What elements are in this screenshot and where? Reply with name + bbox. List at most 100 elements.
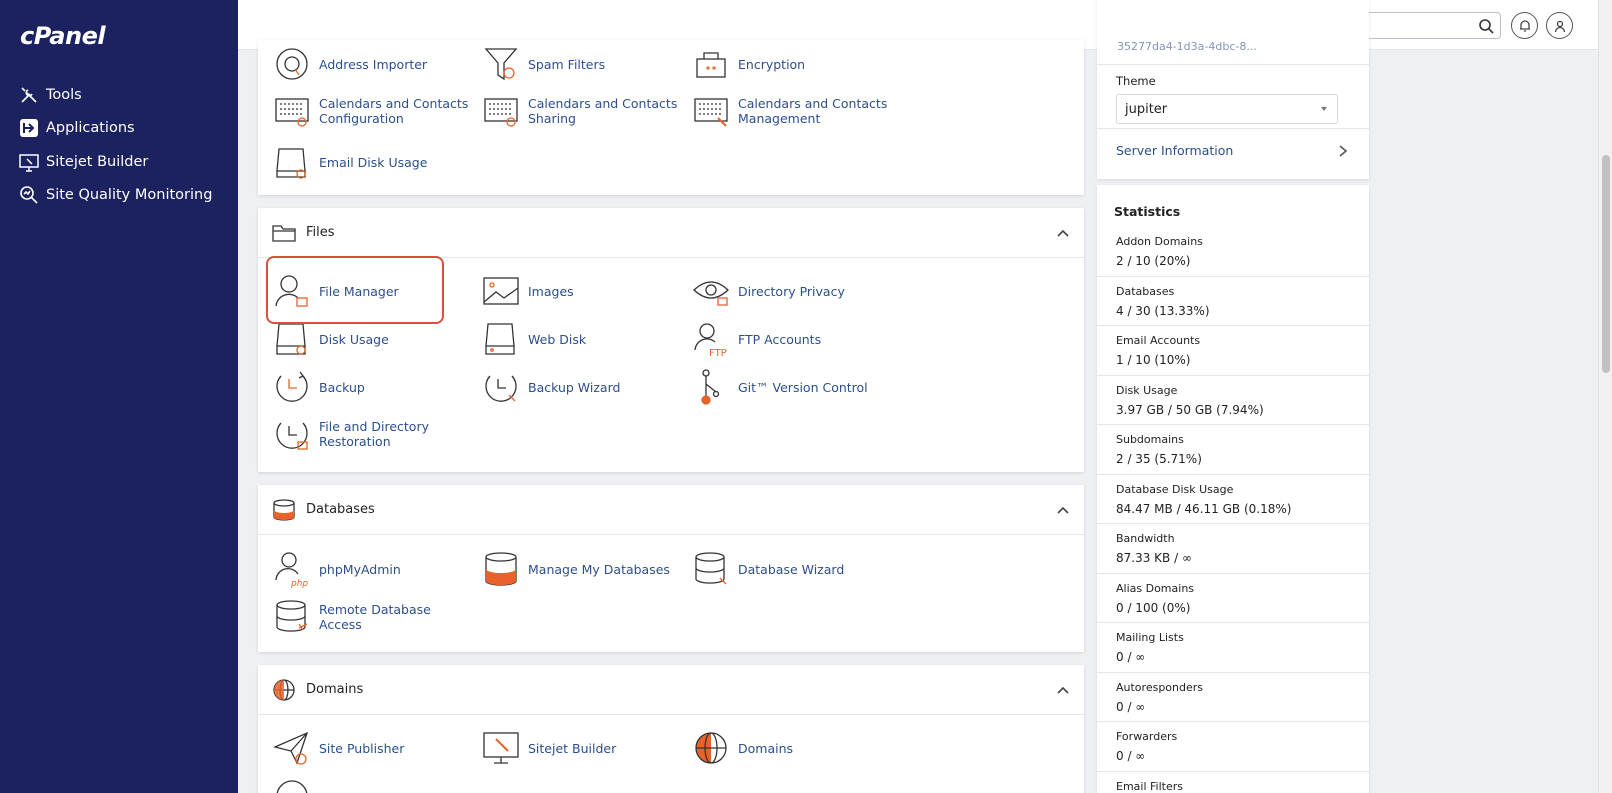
file-restoration-icon [276,422,308,450]
applications-icon [20,119,38,138]
sidebar-item-label: Site Quality Monitoring [46,187,213,204]
tool-label: Email Disk Usage [319,154,428,170]
divider [1097,128,1369,129]
globe-icon [273,678,295,701]
user-menu-button[interactable] [1546,12,1573,39]
git-icon [701,369,720,405]
remote-database-icon [276,600,308,632]
panel-title: Domains [306,682,364,697]
tool-calendars-configuration[interactable]: Calendars and Contacts Configuration [273,92,469,130]
stat-label: Forwarders [1116,730,1178,743]
stat-label: Autoresponders [1116,680,1204,694]
tool-database-wizard[interactable]: Database Wizard [692,550,888,588]
tool-label: Directory Privacy [738,283,845,299]
tool-label: Web Disk [528,331,587,347]
tool-partial-next[interactable] [273,777,319,793]
tool-label: phpMyAdmin [319,561,401,577]
tool-directory-privacy[interactable]: Directory Privacy [692,272,888,310]
stat-row: Databases 4 / 30 (13.33%) [1097,277,1369,326]
tools-icon [21,87,37,103]
sidebar-item-site-quality-monitoring[interactable]: Site Quality Monitoring [0,179,238,213]
site-publisher-icon [273,731,309,765]
domains-panel-header[interactable]: Domains [258,665,1084,715]
site-quality-icon [20,186,38,204]
stat-value: 2 / 35 (5.71%) [1116,452,1202,466]
search-icon[interactable] [1478,18,1494,34]
tool-label: File and Directory Restoration [319,419,429,449]
caret-down-icon [1321,107,1327,111]
theme-label: Theme [1116,74,1156,88]
sidebar-item-applications[interactable]: Applications [0,112,238,146]
tool-email-disk-usage[interactable]: Email Disk Usage [273,143,469,181]
sitejet-icon [19,154,39,172]
server-information-link[interactable]: Server Information [1116,143,1233,158]
stat-label: Subdomains [1116,433,1184,446]
tool-disk-usage[interactable]: Disk Usage [273,320,469,358]
tool-backup[interactable]: Backup [273,368,469,406]
stat-row: Mailing Lists 0 / ∞ [1097,623,1369,673]
sidebar-item-sitejet-builder[interactable]: Sitejet Builder [0,145,238,179]
phpmyadmin-icon: php [275,552,308,588]
files-panel-header[interactable]: Files [258,208,1084,258]
tool-spam-filters[interactable]: Spam Filters [482,45,678,83]
spam-filters-icon [484,48,518,81]
tool-encryption[interactable]: Encryption [692,45,888,83]
chevron-up-icon[interactable] [1056,683,1070,697]
tool-images[interactable]: Images [482,272,678,310]
stat-label: Database Disk Usage [1116,482,1234,496]
databases-panel-header[interactable]: Databases [258,485,1084,535]
tool-sitejet-builder[interactable]: Sitejet Builder [482,729,678,767]
sidebar-item-label: Applications [46,120,135,137]
stat-row: Disk Usage 3.97 GB / 50 GB (7.94%) [1097,376,1369,425]
stat-label: Disk Usage [1116,383,1178,397]
tool-git-version-control[interactable]: Git™ Version Control [692,368,888,406]
domains-panel: Domains Site Publisher Sitejet Builder D… [258,665,1084,793]
sidebar: cPanel Tools Applications Sitejet Builde… [0,0,238,793]
tool-label: Manage My Databases [528,561,670,577]
tool-site-publisher[interactable]: Site Publisher [273,729,469,767]
chevron-up-icon[interactable] [1056,226,1070,240]
tool-label: Address Importer [319,56,428,72]
domains-icon [695,732,727,764]
stat-row: Email Filters [1097,772,1369,793]
stat-label: Addon Domains [1116,235,1203,248]
user-icon [1554,20,1565,32]
panel-title: Files [306,225,335,240]
tool-calendars-management[interactable]: Calendars and Contacts Management [692,92,888,130]
calendar-management-icon [694,98,728,127]
notifications-button[interactable] [1511,12,1538,39]
sidebar-item-label: Tools [46,86,82,103]
database-icon [273,498,295,521]
cpanel-logo[interactable]: cPanel [20,22,106,50]
tool-domains[interactable]: Domains [692,729,888,767]
sidebar-item-tools[interactable]: Tools [0,78,238,112]
tool-ftp-accounts[interactable]: FTP FTP Accounts [692,320,888,358]
scrollbar-thumb[interactable] [1602,155,1610,373]
sitejet-builder-icon [483,732,519,764]
stat-label: Bandwidth [1116,532,1175,545]
stat-row: Subdomains 2 / 35 (5.71%) [1097,425,1369,475]
email-panel: Address Importer Spam Filters Encryption… [258,40,1084,195]
tool-address-importer[interactable]: Address Importer [273,45,469,83]
stat-value: 1 / 10 (10%) [1116,353,1191,367]
tool-manage-my-databases[interactable]: Manage My Databases [482,550,678,588]
address-importer-icon [276,48,308,80]
tool-web-disk[interactable]: Web Disk [482,320,678,358]
images-icon [483,277,519,305]
tool-label: Spam Filters [528,56,606,72]
tool-calendars-sharing[interactable]: Calendars and Contacts Sharing [482,92,678,130]
stat-row: Addon Domains 2 / 10 (20%) [1097,227,1369,277]
page-scrollbar[interactable] [1598,0,1612,793]
partial-tool-icon [276,780,308,793]
chevron-up-icon[interactable] [1056,503,1070,517]
tool-remote-database-access[interactable]: Remote Database Access [273,598,469,636]
stat-value: 0 / ∞ [1116,699,1146,714]
svg-text:php: php [290,579,308,588]
chevron-right-icon[interactable] [1337,144,1349,158]
tool-phpmyadmin[interactable]: php phpMyAdmin [273,550,469,588]
theme-select[interactable]: jupiter [1116,94,1338,124]
tool-file-directory-restoration[interactable]: File and Directory Restoration [273,415,469,453]
tool-backup-wizard[interactable]: Backup Wizard [482,368,678,406]
tool-label: Images [528,283,574,299]
encryption-icon [696,52,726,78]
